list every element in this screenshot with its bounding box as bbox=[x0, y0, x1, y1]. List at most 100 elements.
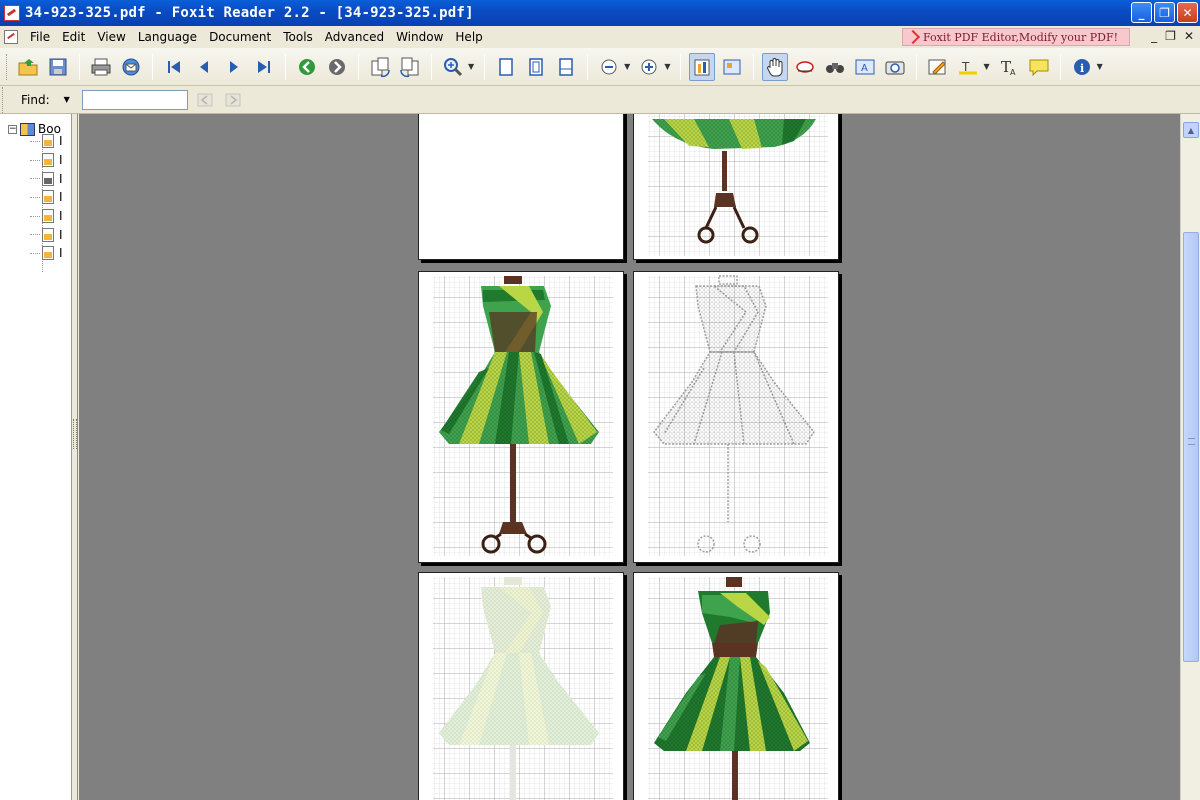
text-tool-icon[interactable]: TA bbox=[996, 53, 1022, 81]
find-bar: Find: ▼ bbox=[0, 86, 1200, 114]
menu-document[interactable]: Document bbox=[203, 27, 277, 47]
bookmark-item[interactable]: I bbox=[30, 207, 63, 226]
print-icon[interactable] bbox=[88, 53, 114, 81]
bookmark-item[interactable]: I bbox=[30, 225, 63, 244]
pdf-page-blank bbox=[418, 114, 624, 260]
bookmark-item[interactable]: I bbox=[30, 244, 63, 263]
dress-pattern-top bbox=[648, 114, 828, 256]
document-viewer[interactable] bbox=[79, 114, 1180, 800]
pdf-page-dress-outline bbox=[633, 271, 839, 563]
find-options-arrow[interactable]: ▼ bbox=[64, 95, 70, 104]
findbar-grip[interactable] bbox=[2, 86, 5, 113]
bookmark-item[interactable]: I bbox=[30, 188, 63, 207]
zoom-out-icon[interactable] bbox=[596, 53, 622, 81]
dress-pattern-dark bbox=[648, 577, 828, 800]
svg-text:i: i bbox=[1080, 62, 1084, 75]
menu-tools[interactable]: Tools bbox=[277, 27, 319, 47]
document-window-controls: _ ❐ ✕ bbox=[1151, 29, 1194, 43]
document-icon[interactable] bbox=[4, 30, 18, 44]
window-title: 34-923-325.pdf - Foxit Reader 2.2 - [34-… bbox=[25, 5, 474, 21]
scroll-thumb[interactable] bbox=[1183, 232, 1199, 662]
first-page-icon[interactable] bbox=[161, 53, 187, 81]
hand-tool-icon[interactable] bbox=[762, 52, 789, 81]
doc-close-button[interactable]: ✕ bbox=[1184, 29, 1194, 43]
menu-window[interactable]: Window bbox=[390, 27, 449, 47]
find-label: Find: bbox=[21, 92, 50, 107]
zoom-in-icon[interactable] bbox=[440, 53, 466, 81]
highlight-icon[interactable]: T bbox=[955, 53, 981, 81]
close-button[interactable]: ✕ bbox=[1177, 2, 1198, 23]
pencil-icon[interactable] bbox=[925, 53, 951, 81]
last-page-icon[interactable] bbox=[251, 53, 277, 81]
email-icon[interactable] bbox=[118, 53, 144, 81]
dress-pattern-outline bbox=[648, 275, 828, 556]
page-icon bbox=[42, 227, 54, 242]
main-toolbar: ▼ ▼ ▼ A T ▼ TA i ▼ bbox=[0, 48, 1200, 86]
bookmark-item[interactable]: I bbox=[30, 132, 63, 151]
save-icon[interactable] bbox=[45, 53, 71, 81]
bookmark-item[interactable]: I bbox=[30, 169, 63, 188]
info-icon[interactable]: i bbox=[1069, 53, 1095, 81]
zoom-plus-icon[interactable] bbox=[636, 53, 662, 81]
page-icon bbox=[42, 153, 54, 168]
editor-ad-link[interactable]: Foxit PDF Editor,Modify your PDF! bbox=[902, 28, 1130, 46]
panel-splitter[interactable] bbox=[72, 114, 78, 800]
zoom-out-dropdown-arrow[interactable]: ▼ bbox=[624, 62, 630, 71]
menu-help[interactable]: Help bbox=[449, 27, 488, 47]
find-input[interactable] bbox=[81, 89, 188, 110]
open-icon[interactable] bbox=[15, 53, 41, 81]
menu-file[interactable]: File bbox=[24, 27, 56, 47]
doc-minimize-button[interactable]: _ bbox=[1151, 29, 1157, 43]
bookmark-children: I I I I I I I bbox=[30, 132, 63, 263]
arrow-icon bbox=[905, 29, 921, 45]
bookmarks-panel: − Boo I I I I I I I bbox=[0, 114, 72, 800]
continuous-icon[interactable] bbox=[523, 53, 549, 81]
ad-text: Foxit PDF Editor,Modify your PDF! bbox=[923, 30, 1118, 44]
minimize-button[interactable]: _ bbox=[1131, 2, 1152, 23]
toolbar-grip[interactable] bbox=[6, 53, 9, 80]
menu-advanced[interactable]: Advanced bbox=[319, 27, 390, 47]
zoom-plus-dropdown-arrow[interactable]: ▼ bbox=[664, 62, 670, 71]
prev-page-icon[interactable] bbox=[191, 53, 217, 81]
menu-language[interactable]: Language bbox=[132, 27, 203, 47]
info-dropdown-arrow[interactable]: ▼ bbox=[1097, 62, 1103, 71]
title-bar: 34-923-325.pdf - Foxit Reader 2.2 - [34-… bbox=[0, 0, 1200, 26]
menu-edit[interactable]: Edit bbox=[56, 27, 91, 47]
vertical-scrollbar[interactable]: ▲ bbox=[1180, 114, 1200, 800]
thumbnails-icon[interactable] bbox=[719, 53, 745, 81]
svg-text:A: A bbox=[1010, 68, 1016, 77]
doc-restore-button[interactable]: ❐ bbox=[1165, 29, 1176, 43]
find-previous-icon[interactable] bbox=[194, 90, 216, 110]
dress-pattern-faded bbox=[433, 577, 613, 800]
scroll-up-arrow[interactable]: ▲ bbox=[1183, 122, 1199, 138]
foxit-app-icon[interactable] bbox=[4, 5, 20, 21]
next-page-icon[interactable] bbox=[221, 53, 247, 81]
bookmark-item[interactable]: I bbox=[30, 151, 63, 170]
go-back-icon[interactable] bbox=[294, 53, 320, 81]
zoom-dropdown-arrow[interactable]: ▼ bbox=[468, 62, 474, 71]
go-forward-icon[interactable] bbox=[324, 53, 350, 81]
comment-icon[interactable] bbox=[1026, 53, 1052, 81]
svg-text:A: A bbox=[861, 63, 868, 74]
highlight-dropdown-arrow[interactable]: ▼ bbox=[983, 62, 989, 71]
restore-button[interactable]: ❐ bbox=[1154, 2, 1175, 23]
page-icon bbox=[42, 134, 54, 149]
rotate-left-icon[interactable] bbox=[367, 53, 393, 81]
pdf-page-dress-faded bbox=[418, 572, 624, 800]
select-text-icon[interactable] bbox=[792, 53, 818, 81]
find-binoculars-icon[interactable] bbox=[822, 53, 848, 81]
single-page-icon[interactable] bbox=[493, 53, 519, 81]
find-next-icon[interactable] bbox=[222, 90, 244, 110]
page-icon bbox=[42, 190, 54, 205]
collapse-icon[interactable]: − bbox=[8, 124, 17, 134]
rotate-right-icon[interactable] bbox=[397, 53, 423, 81]
bookmarks-panel-icon[interactable] bbox=[689, 52, 716, 81]
menu-view[interactable]: View bbox=[91, 27, 131, 47]
page-icon bbox=[42, 246, 54, 261]
snapshot-icon[interactable] bbox=[882, 53, 908, 81]
pdf-page-dress-top bbox=[633, 114, 839, 260]
typewriter-icon[interactable]: A bbox=[852, 53, 878, 81]
page-icon bbox=[42, 209, 54, 224]
facing-icon[interactable] bbox=[553, 53, 579, 81]
dress-pattern-green bbox=[433, 276, 613, 556]
